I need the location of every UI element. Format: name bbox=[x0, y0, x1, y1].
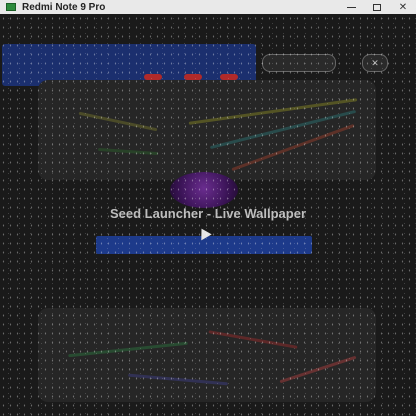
app-screenshot-top bbox=[38, 80, 376, 180]
maximize-icon bbox=[373, 3, 381, 11]
minimize-button[interactable] bbox=[338, 0, 364, 14]
close-icon: ✕ bbox=[371, 57, 379, 68]
ad-close-button[interactable]: ✕ bbox=[362, 54, 388, 72]
phone-mirror-app-icon bbox=[6, 3, 16, 11]
app-logo bbox=[170, 172, 238, 208]
window-titlebar: Redmi Note 9 Pro ✕ bbox=[0, 0, 416, 14]
maximize-button[interactable] bbox=[364, 0, 390, 14]
close-icon: ✕ bbox=[398, 1, 408, 13]
minimize-icon bbox=[346, 6, 356, 8]
window-title: Redmi Note 9 Pro bbox=[22, 1, 106, 13]
header-pill-button[interactable] bbox=[262, 54, 336, 72]
close-window-button[interactable]: ✕ bbox=[390, 0, 416, 14]
app-title: Seed Launcher - Live Wallpaper bbox=[109, 206, 306, 221]
app-screenshot-bottom bbox=[38, 308, 376, 402]
phone-screen: ✕ Seed Launcher - Live Wallpaper bbox=[0, 14, 416, 416]
